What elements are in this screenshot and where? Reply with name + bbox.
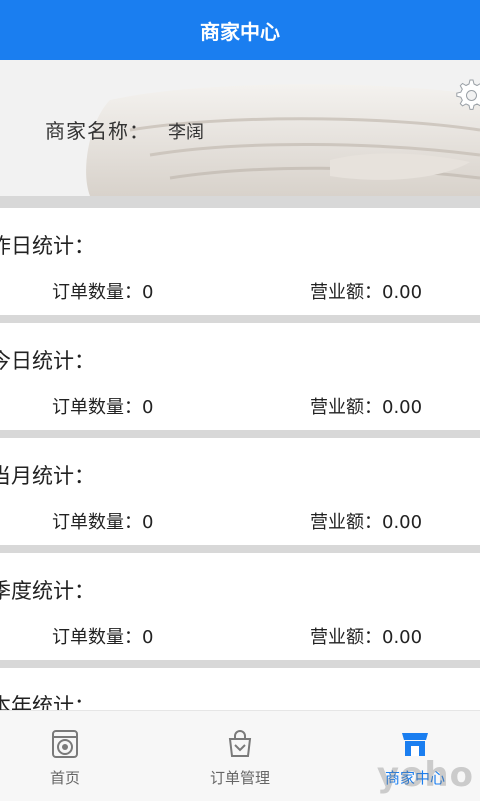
stat-card-quarter: 季度统计： 订单数量：0 营业额：0.00	[0, 553, 480, 660]
stat-title: 今日统计：	[0, 349, 95, 373]
revenue: 营业额：0.00	[310, 282, 423, 303]
merchant-name-row: 商家名称： 李阔	[45, 115, 204, 144]
order-count: 订单数量：0	[52, 512, 154, 533]
shopping-bag-icon	[228, 730, 252, 757]
gear-icon[interactable]	[450, 74, 480, 114]
bottom-tab-bar: 首页 订单管理 商家中心 yoho	[0, 710, 480, 801]
stat-title: 昨日统计：	[0, 234, 95, 258]
revenue: 营业额：0.00	[310, 627, 423, 648]
revenue: 营业额：0.00	[310, 397, 423, 418]
merchant-banner: 商家名称： 李阔	[0, 60, 480, 196]
stat-title: 本年统计：	[0, 694, 95, 710]
washing-machine-icon	[52, 730, 78, 758]
order-count: 订单数量：0	[52, 627, 154, 648]
stat-card-yesterday: 昨日统计： 订单数量：0 营业额：0.00	[0, 208, 480, 315]
tab-order-management[interactable]: 订单管理	[175, 711, 305, 801]
title-bar: 商家中心	[0, 0, 480, 60]
stat-card-today: 今日统计： 订单数量：0 营业额：0.00	[0, 323, 480, 430]
tab-home[interactable]: 首页	[0, 711, 130, 801]
stats-list: 昨日统计： 订单数量：0 营业额：0.00 今日统计： 订单数量：0 营业额：0…	[0, 196, 480, 710]
stat-card-month: 当月统计： 订单数量：0 营业额：0.00	[0, 438, 480, 545]
tab-label: 首页	[49, 769, 80, 787]
order-count: 订单数量：0	[52, 282, 154, 303]
order-count: 订单数量：0	[52, 397, 154, 418]
merchant-name-value: 李阔	[168, 122, 204, 143]
page-title: 商家中心	[200, 19, 280, 44]
stat-title: 当月统计：	[0, 464, 95, 488]
tab-label: 订单管理	[209, 769, 270, 787]
stat-title: 季度统计：	[0, 579, 95, 603]
revenue: 营业额：0.00	[310, 512, 423, 533]
watermark-logo: yoho	[376, 755, 474, 795]
stat-card-year: 本年统计：	[0, 668, 480, 710]
merchant-name-label: 商家名称：	[45, 119, 150, 143]
